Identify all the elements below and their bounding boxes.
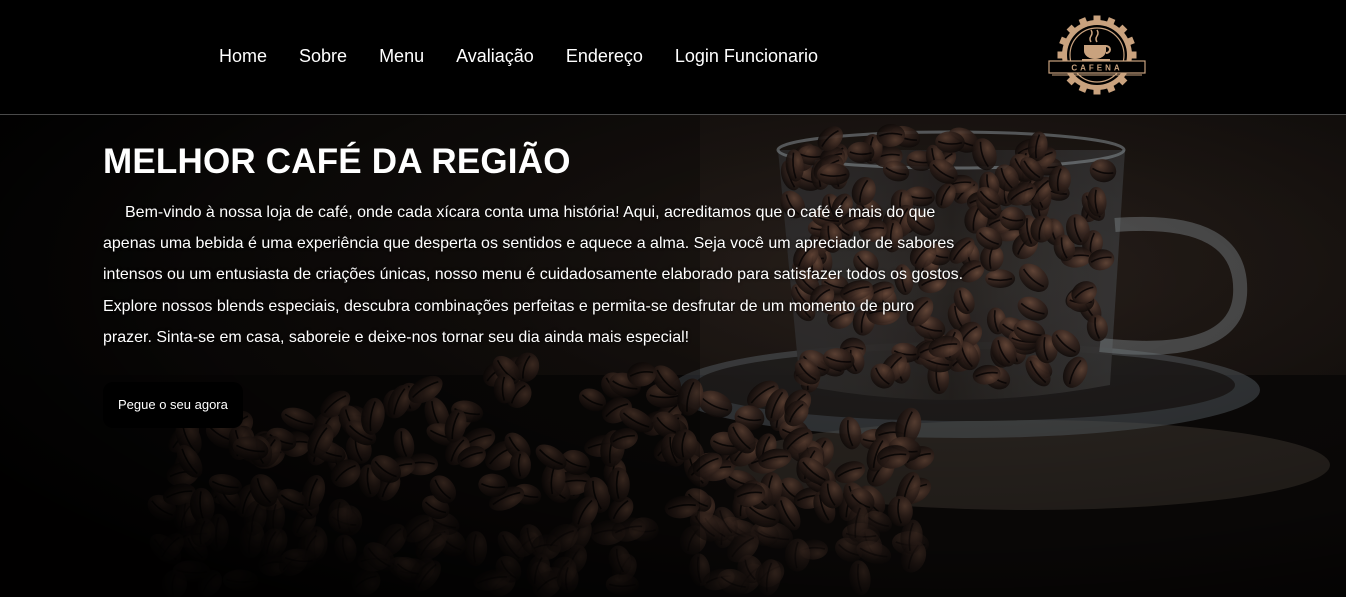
main-nav: Home Sobre Menu Avaliação Endereço Login… [219, 44, 850, 68]
hero-title: MELHOR CAFÉ DA REGIÃO [103, 142, 571, 181]
nav-sobre-link[interactable]: Sobre [299, 44, 347, 68]
nav-avaliacao-link[interactable]: Avaliação [456, 44, 534, 68]
logo-wordmark: CAFENA [1071, 64, 1122, 73]
hero-content: MELHOR CAFÉ DA REGIÃO Bem-vindo à nossa … [103, 139, 973, 429]
nav-login-funcionario-link[interactable]: Login Funcionario [675, 44, 818, 68]
hero-description: Bem-vindo à nossa loja de café, onde cad… [103, 204, 964, 346]
cafena-logo[interactable]: CAFENA [1048, 15, 1146, 97]
site-header: Home Sobre Menu Avaliação Endereço Login… [0, 0, 1346, 115]
nav-endereco-link[interactable]: Endereço [566, 44, 643, 68]
page: Home Sobre Menu Avaliação Endereço Login… [0, 0, 1346, 597]
get-yours-now-button[interactable]: Pegue o seu agora [103, 382, 243, 429]
cafena-logo-icon: CAFENA [1048, 15, 1146, 95]
nav-home-link[interactable]: Home [219, 44, 267, 68]
nav-menu-link[interactable]: Menu [379, 44, 424, 68]
hero-section: MELHOR CAFÉ DA REGIÃO Bem-vindo à nossa … [0, 115, 1346, 597]
